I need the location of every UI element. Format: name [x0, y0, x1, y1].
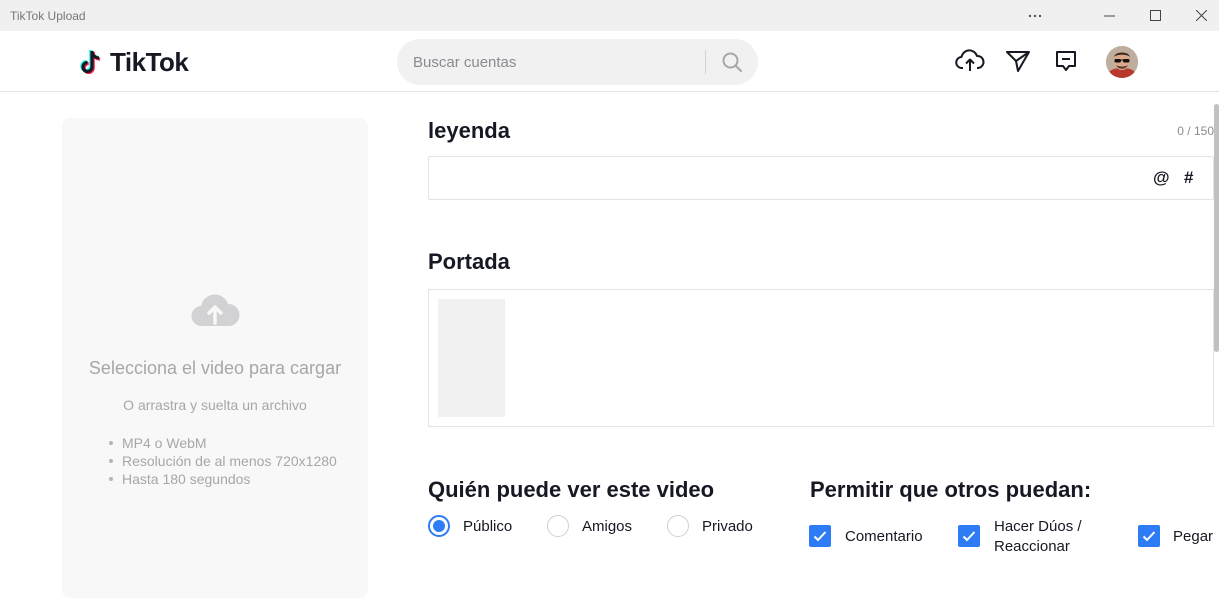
- search-button[interactable]: [710, 39, 754, 85]
- close-icon: [1195, 10, 1207, 21]
- upload-button[interactable]: [954, 45, 986, 77]
- upload-cloud-icon: [955, 49, 985, 71]
- permission-duet-label: Hacer Dúos / Reaccionar: [994, 517, 1082, 557]
- inbox-button[interactable]: [1050, 45, 1082, 77]
- checkbox-stitch[interactable]: [1138, 525, 1160, 547]
- checkbox-duet[interactable]: [958, 525, 980, 547]
- maximize-icon: [1149, 10, 1161, 21]
- privacy-option-label: Amigos: [582, 517, 633, 535]
- drop-zone-subtitle: O arrastra y suelta un archivo: [123, 397, 307, 413]
- profile-photo-icon: [1106, 46, 1138, 78]
- cover-selector: [428, 289, 1214, 427]
- permission-duet-line2: Reaccionar: [994, 538, 1070, 555]
- avatar[interactable]: [1106, 46, 1138, 78]
- permission-stitch-label: Pegar: [1173, 528, 1214, 545]
- permission-duet-line1: Hacer Dúos /: [994, 518, 1082, 535]
- caption-field: @ #: [428, 156, 1214, 200]
- minimize-icon: [1103, 15, 1115, 17]
- caption-label: leyenda: [428, 118, 510, 143]
- messages-button[interactable]: [1002, 45, 1034, 77]
- privacy-option-private[interactable]: Privado: [667, 515, 753, 537]
- requirements-list: MP4 o WebM Resolución de al menos 720x12…: [108, 434, 337, 488]
- search-divider: [705, 50, 706, 74]
- tiktok-logo[interactable]: TikTok: [80, 45, 189, 79]
- search-bar: [397, 39, 758, 85]
- check-icon: [1142, 531, 1156, 542]
- permission-comment-label: Comentario: [845, 528, 923, 545]
- close-button[interactable]: [1178, 0, 1219, 31]
- radio-friends[interactable]: [547, 515, 569, 537]
- checkbox-comment[interactable]: [809, 525, 831, 547]
- maximize-button[interactable]: [1132, 0, 1178, 31]
- tiktok-note-icon: [80, 49, 101, 75]
- minimize-button[interactable]: [1086, 0, 1132, 31]
- app-header: TikTok: [0, 31, 1219, 92]
- window-title: TikTok Upload: [10, 9, 86, 23]
- cover-thumbnail[interactable]: [438, 299, 505, 417]
- permissions-label: Permitir que otros puedan:: [810, 477, 1092, 502]
- send-icon: [1006, 51, 1030, 72]
- upload-cloud-icon: [190, 290, 240, 333]
- inbox-icon: [1056, 51, 1076, 71]
- hashtag-button[interactable]: #: [1184, 168, 1193, 188]
- window-titlebar: TikTok Upload: [0, 0, 1219, 31]
- privacy-option-label: Público: [463, 517, 513, 535]
- check-icon: [962, 531, 976, 542]
- requirement-duration: Hasta 180 segundos: [108, 470, 337, 488]
- more-options-button[interactable]: [1012, 0, 1058, 31]
- privacy-option-friends[interactable]: Amigos: [547, 515, 632, 537]
- privacy-option-public[interactable]: Público: [428, 515, 512, 537]
- logo-text: TikTok: [110, 46, 189, 77]
- radio-public[interactable]: [428, 515, 450, 537]
- radio-private[interactable]: [667, 515, 689, 537]
- privacy-option-label: Privado: [702, 517, 753, 535]
- scrollbar[interactable]: [1214, 104, 1219, 352]
- search-input[interactable]: [413, 39, 698, 85]
- more-horizontal-icon: [1028, 14, 1042, 17]
- requirement-resolution: Resolución de al menos 720x1280: [108, 452, 337, 470]
- video-drop-zone[interactable]: Selecciona el video para cargar O arrast…: [62, 118, 368, 598]
- privacy-label: Quién puede ver este video: [428, 477, 715, 502]
- caption-counter: 0 / 150: [1177, 124, 1214, 138]
- requirement-format: MP4 o WebM: [108, 434, 337, 452]
- mention-button[interactable]: @: [1153, 168, 1170, 188]
- search-icon: [722, 52, 742, 72]
- check-icon: [813, 531, 827, 542]
- cover-label: Portada: [428, 249, 510, 274]
- caption-input[interactable]: [441, 157, 1141, 199]
- drop-zone-title: Selecciona el video para cargar: [88, 358, 342, 378]
